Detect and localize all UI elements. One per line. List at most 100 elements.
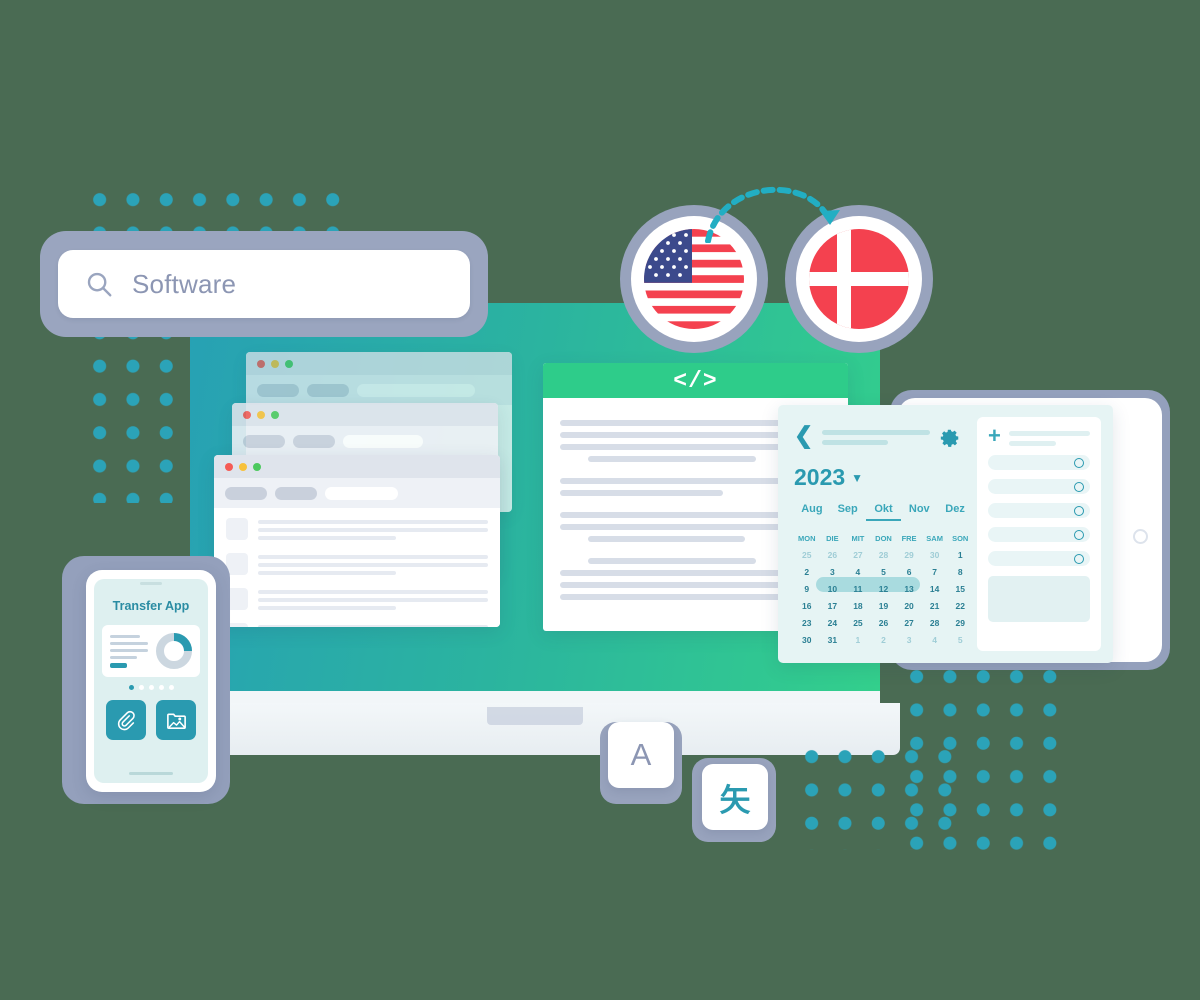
browser-url-bar[interactable] — [357, 383, 475, 397]
calendar-day-cell[interactable]: 2 — [871, 635, 897, 645]
task-list-item[interactable] — [988, 551, 1090, 566]
phone-pagination-dot[interactable] — [128, 685, 134, 690]
task-list-item[interactable] — [988, 479, 1090, 494]
browser-url-bar[interactable] — [343, 434, 423, 448]
calendar-day-cell[interactable]: 9 — [794, 584, 820, 594]
browser-tab[interactable] — [243, 434, 285, 448]
calendar-day-headers: MON DIE MIT DON FRE SAM SON — [794, 534, 973, 543]
calendar-day-cell[interactable]: 3 — [896, 635, 922, 645]
calendar-month-tab[interactable]: Nov — [901, 503, 937, 521]
phone-stats-card[interactable] — [102, 625, 200, 677]
plus-icon[interactable]: + — [988, 425, 1001, 447]
maximize-dot-icon[interactable] — [285, 359, 293, 368]
phone-pagination-dot[interactable] — [138, 685, 144, 690]
calendar-day-cell[interactable]: 27 — [845, 550, 871, 560]
calendar-day-cell[interactable]: 13 — [896, 584, 922, 594]
phone-pagination-dot[interactable] — [148, 685, 154, 690]
calendar-day-cell[interactable]: 2 — [794, 567, 820, 577]
circle-outline-icon[interactable] — [1074, 529, 1084, 540]
calendar-day-cell[interactable]: 30 — [922, 550, 948, 560]
calendar-day-cell[interactable]: 5 — [871, 567, 897, 577]
minimize-dot-icon[interactable] — [271, 359, 279, 368]
close-dot-icon[interactable] — [243, 410, 251, 419]
minimize-dot-icon[interactable] — [239, 462, 247, 471]
close-dot-icon[interactable] — [257, 359, 265, 368]
close-dot-icon[interactable] — [225, 462, 233, 471]
calendar-day-cell[interactable]: 18 — [845, 601, 871, 611]
calendar-month-tab[interactable]: Sep — [830, 503, 866, 521]
calendar-day-cell[interactable]: 1 — [947, 550, 973, 560]
calendar-day-cell[interactable]: 15 — [947, 584, 973, 594]
calendar-month-tab[interactable]: Dez — [937, 503, 973, 521]
maximize-dot-icon[interactable] — [253, 462, 261, 471]
task-list-item[interactable] — [988, 527, 1090, 542]
attach-button[interactable] — [106, 700, 146, 740]
browser-tab[interactable] — [257, 383, 299, 397]
circle-outline-icon[interactable] — [1074, 505, 1084, 516]
browser-tab[interactable] — [293, 434, 335, 448]
calendar-day-cell[interactable]: 17 — [820, 601, 846, 611]
gear-icon[interactable] — [939, 427, 961, 449]
calendar-day-cell[interactable]: 19 — [871, 601, 897, 611]
phone-pagination-dot[interactable] — [168, 685, 174, 690]
calendar-day-cell[interactable]: 10 — [820, 584, 846, 594]
gallery-button[interactable] — [156, 700, 196, 740]
circle-outline-icon[interactable] — [1074, 553, 1084, 564]
list-item[interactable] — [226, 553, 488, 575]
calendar-day-cell[interactable]: 29 — [896, 550, 922, 560]
browser-tab[interactable] — [275, 486, 317, 500]
calendar-day-cell[interactable]: 28 — [922, 618, 948, 628]
search-bar[interactable]: Software — [58, 250, 470, 318]
calendar-day-cell[interactable]: 24 — [820, 618, 846, 628]
calendar-day-cell[interactable]: 26 — [871, 618, 897, 628]
calendar-day-cell[interactable]: 5 — [947, 635, 973, 645]
calendar-day-cell[interactable]: 29 — [947, 618, 973, 628]
browser-tab[interactable] — [307, 383, 349, 397]
calendar-day-cell[interactable]: 3 — [820, 567, 846, 577]
calendar-day-cell[interactable]: 30 — [794, 635, 820, 645]
calendar-year-selector[interactable]: 2023 ▼ — [794, 464, 973, 491]
calendar-day-cell[interactable]: 20 — [896, 601, 922, 611]
calendar-day-cell[interactable]: 4 — [922, 635, 948, 645]
chevron-left-icon[interactable]: ❮ — [794, 424, 813, 447]
calendar-day-cell[interactable]: 16 — [794, 601, 820, 611]
search-bar-shell: Software — [40, 231, 488, 337]
browser-tab[interactable] — [225, 486, 267, 500]
calendar-day-cell[interactable]: 25 — [794, 550, 820, 560]
calendar-day-cell[interactable]: 22 — [947, 601, 973, 611]
calendar-day-cell[interactable]: 26 — [820, 550, 846, 560]
calendar-month-tab[interactable]: Okt — [865, 503, 902, 521]
maximize-dot-icon[interactable] — [271, 410, 279, 419]
calendar-day-cell[interactable]: 6 — [896, 567, 922, 577]
calendar-day-cell[interactable]: 21 — [922, 601, 948, 611]
calendar-day-cell[interactable]: 7 — [922, 567, 948, 577]
calendar-day-cell[interactable]: 27 — [896, 618, 922, 628]
latin-letter-tile[interactable]: A — [608, 722, 674, 788]
calendar-day-cell[interactable]: 8 — [947, 567, 973, 577]
minimize-dot-icon[interactable] — [257, 410, 265, 419]
task-list-item[interactable] — [988, 503, 1090, 518]
calendar-month-tab[interactable]: Aug — [794, 503, 830, 521]
search-input-value[interactable]: Software — [132, 269, 236, 300]
circle-outline-icon[interactable] — [1074, 457, 1084, 468]
list-item[interactable] — [226, 588, 488, 610]
calendar-day-cell[interactable]: 12 — [871, 584, 897, 594]
browser-url-bar[interactable] — [325, 486, 398, 500]
calendar-day-cell[interactable]: 28 — [871, 550, 897, 560]
list-item[interactable] — [226, 518, 488, 540]
cjk-character-tile[interactable]: 矢 — [702, 764, 768, 830]
circle-outline-icon[interactable] — [1074, 481, 1084, 492]
browser-window-front[interactable] — [214, 455, 500, 627]
calendar-day-cell[interactable]: 14 — [922, 584, 948, 594]
calendar-day-cell[interactable]: 25 — [845, 618, 871, 628]
phone-pagination-dot[interactable] — [158, 685, 164, 690]
task-list-item[interactable] — [988, 455, 1090, 470]
list-item[interactable] — [226, 623, 488, 627]
calendar-day-cell[interactable]: 11 — [845, 584, 871, 594]
tablet-home-button[interactable] — [1133, 529, 1148, 544]
calendar-day-cell[interactable]: 31 — [820, 635, 846, 645]
phone-pagination-dots[interactable] — [94, 685, 208, 690]
calendar-day-cell[interactable]: 4 — [845, 567, 871, 577]
calendar-day-cell[interactable]: 1 — [845, 635, 871, 645]
calendar-day-cell[interactable]: 23 — [794, 618, 820, 628]
